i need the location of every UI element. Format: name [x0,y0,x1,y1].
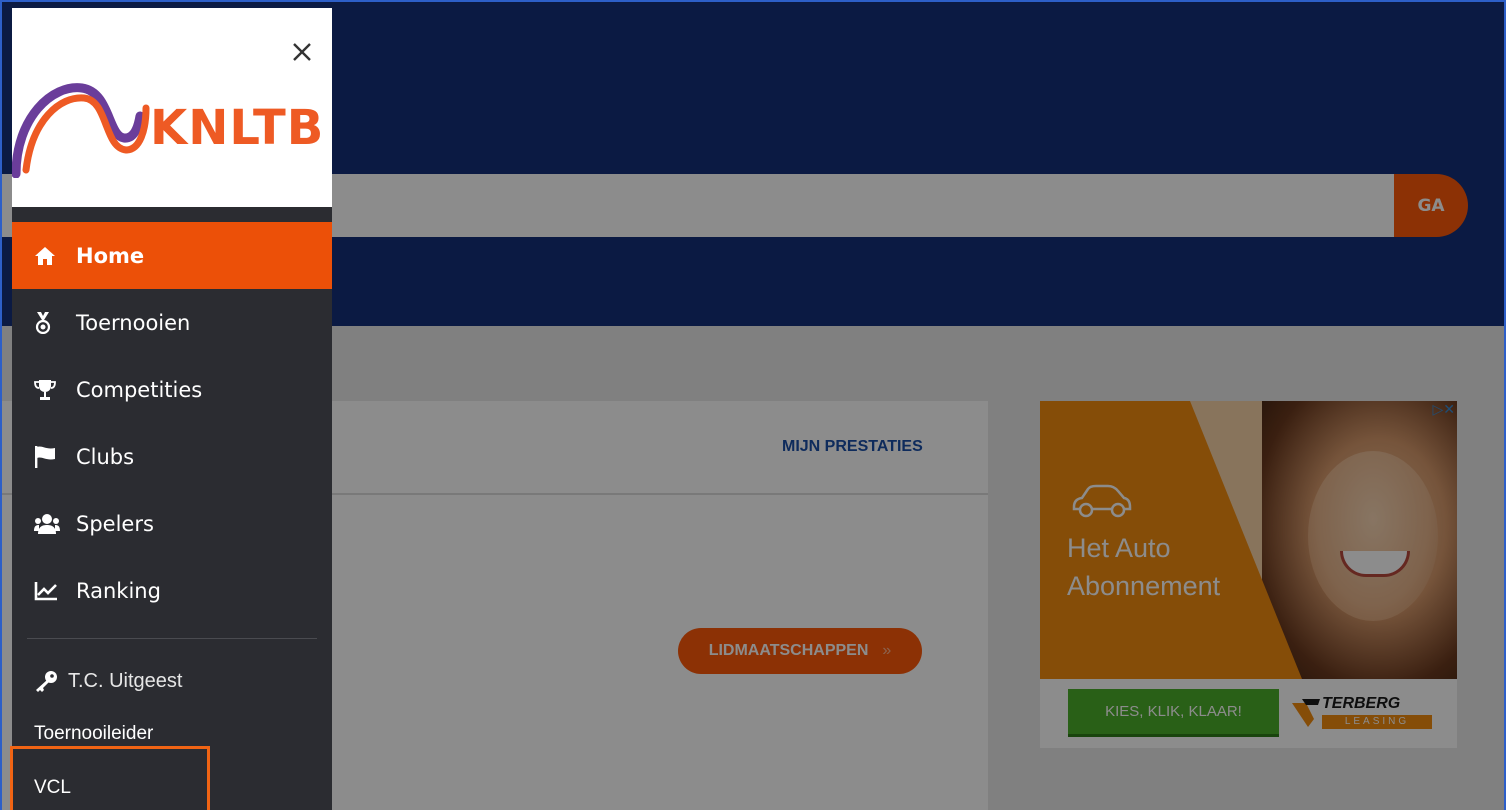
nav-item-club[interactable]: T.C. Uitgeest [12,655,332,707]
close-icon[interactable] [288,38,316,66]
nav-item-spelers[interactable]: Spelers [12,490,332,557]
nav-item-label: Clubs [76,444,135,469]
medal-icon [34,311,74,335]
nav-item-clubs[interactable]: Clubs [12,423,332,490]
drawer-nav: Home Toernooien Competities Clubs Speler… [12,222,332,810]
nav-item-label: T.C. Uitgeest [68,669,183,692]
nav-item-vcl[interactable]: VCL [12,761,332,810]
nav-item-ranking[interactable]: Ranking [12,557,332,624]
nav-item-competities[interactable]: Competities [12,356,332,423]
chart-line-icon [34,579,74,603]
users-icon [34,512,74,536]
nav-item-label: Competities [76,377,203,402]
home-icon [34,244,74,268]
nav-item-label: Spelers [76,511,154,536]
logo-text: KNLTB [150,100,325,156]
side-drawer: KNLTB Home Toernooien Competities Clubs … [12,8,332,810]
knltb-swoosh-icon [12,83,150,178]
drawer-header: KNLTB [12,8,332,207]
nav-item-label: Ranking [76,578,161,603]
knltb-logo[interactable]: KNLTB [12,78,332,178]
flag-icon [34,445,74,469]
nav-item-toernooileider[interactable]: Toernooileider [12,707,332,761]
key-icon [34,669,68,693]
nav-item-home[interactable]: Home [12,222,332,289]
nav-item-label: Home [76,243,145,268]
nav-divider [27,638,317,639]
nav-item-label: Toernooien [76,310,191,335]
nav-item-toernooien[interactable]: Toernooien [12,289,332,356]
trophy-icon [34,378,74,402]
